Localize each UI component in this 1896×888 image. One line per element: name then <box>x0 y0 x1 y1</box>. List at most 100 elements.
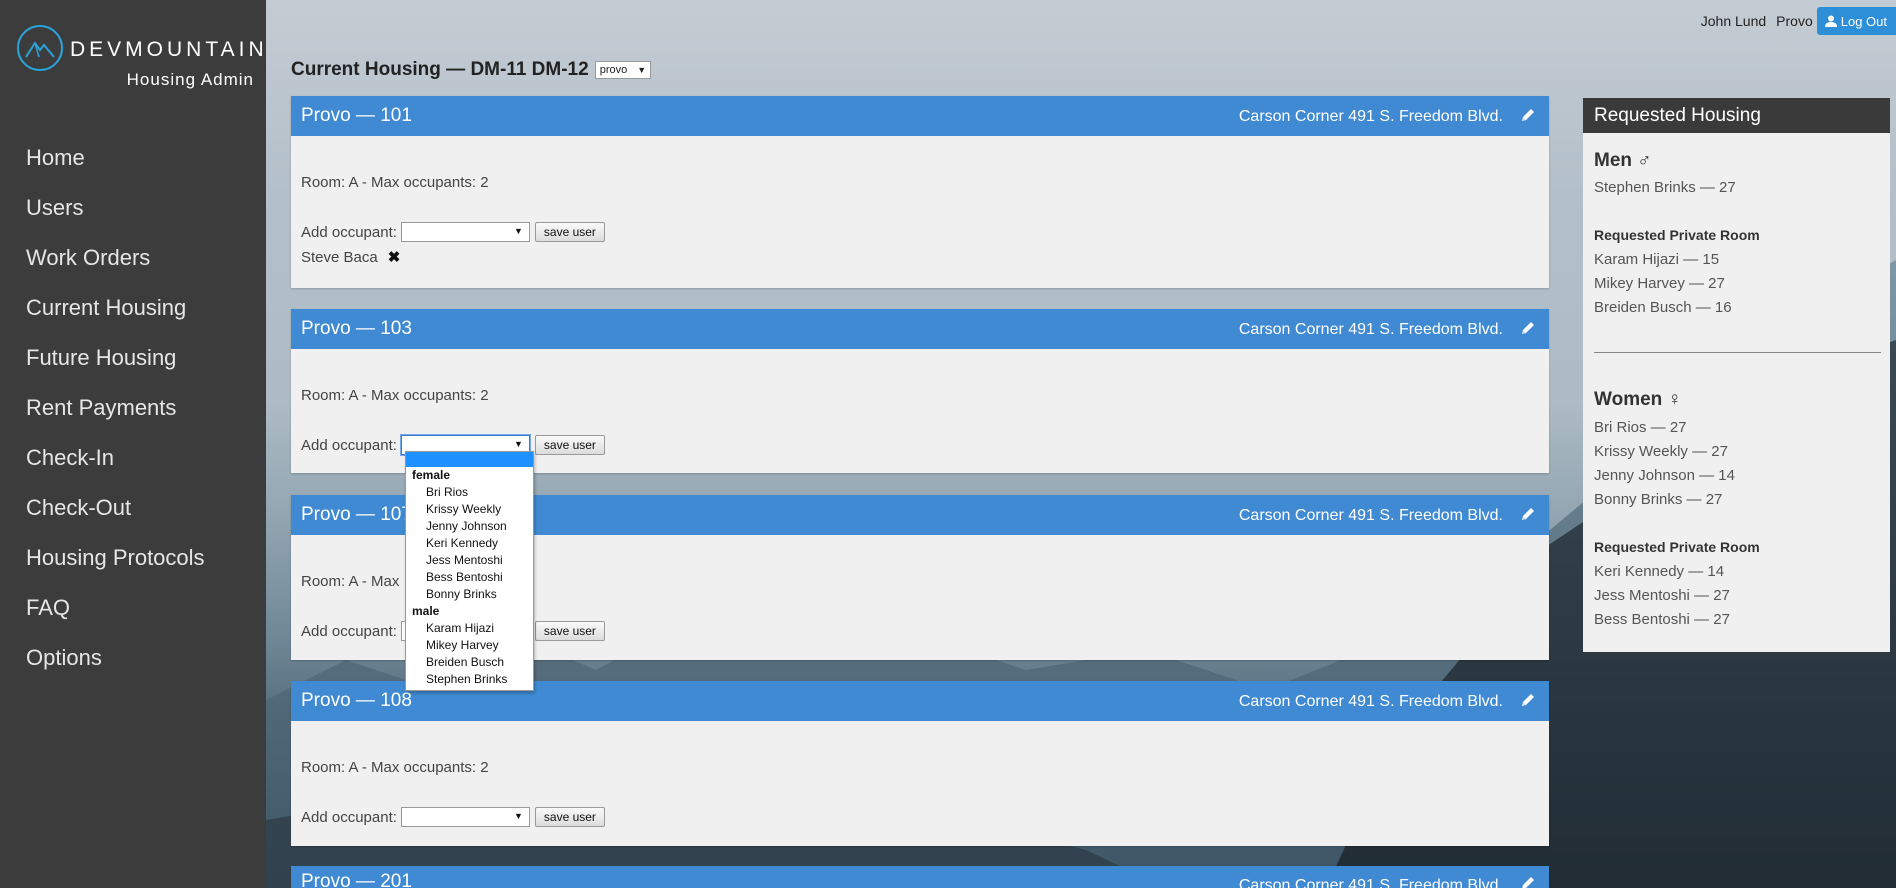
room-address: Carson Corner 491 S. Freedom Blvd. <box>1238 108 1503 125</box>
dropdown-option[interactable]: Breiden Busch <box>406 654 533 671</box>
dropdown-option[interactable]: Karam Hijazi <box>406 620 533 637</box>
occupant-name: Steve Baca <box>301 248 378 266</box>
location-select[interactable]: provo ▼ <box>594 61 652 79</box>
location-select-value: provo <box>599 64 628 76</box>
men-section-title: Men ♂ <box>1594 150 1652 171</box>
room-header: Provo — 101 Carson Corner 491 S. Freedom… <box>291 96 1549 136</box>
requested-housing-title: Requested Housing <box>1583 98 1890 133</box>
occupant-select[interactable]: ▼ <box>400 807 530 827</box>
sidebar: DEVMOUNTAIN Housing Admin Home Users Wor… <box>0 0 266 888</box>
logout-label: Log Out <box>1840 13 1887 29</box>
dropdown-option-blank[interactable] <box>406 452 533 467</box>
room-info: Room: A - Max <box>301 573 400 590</box>
dropdown-option[interactable]: Bonny Brinks <box>406 586 533 603</box>
dropdown-group-female: female <box>412 468 451 482</box>
dropdown-option[interactable]: Jess Mentoshi <box>406 552 533 569</box>
page-heading: Current Housing — DM-11 DM-12 provo ▼ <box>291 59 652 81</box>
mountain-logo-icon[interactable] <box>17 25 63 71</box>
room-panel: Provo — 101 Carson Corner 491 S. Freedom… <box>291 96 1549 288</box>
sidebar-nav: Home Users Work Orders Current Housing F… <box>0 133 266 683</box>
pencil-icon[interactable] <box>1520 107 1536 128</box>
dropdown-option[interactable]: Jenny Johnson <box>406 518 533 535</box>
room-panel: Provo — 108 Carson Corner 491 S. Freedom… <box>291 681 1549 846</box>
add-occupant-label: Add occupant: <box>301 808 397 826</box>
requested-entry: Karam Hijazi — 15 <box>1594 251 1720 268</box>
room-address: Carson Corner 491 S. Freedom Blvd. <box>1238 877 1503 888</box>
save-user-button[interactable]: save user <box>534 807 605 827</box>
occupant-select[interactable]: ▼ <box>400 222 530 242</box>
requested-housing-panel: Requested Housing Men ♂ Stephen Brinks —… <box>1583 98 1890 652</box>
requested-entry: Breiden Busch — 16 <box>1594 299 1732 316</box>
save-user-button[interactable]: save user <box>534 435 605 455</box>
save-user-button[interactable]: save user <box>534 621 605 641</box>
add-occupant-row: Add occupant: ▼ save user <box>301 807 605 827</box>
room-address: Carson Corner 491 S. Freedom Blvd. <box>1238 507 1503 524</box>
room-address: Carson Corner 491 S. Freedom Blvd. <box>1238 321 1503 338</box>
dropdown-option[interactable]: Stephen Brinks <box>406 671 533 688</box>
requested-entry: Mikey Harvey — 27 <box>1594 275 1725 292</box>
page-title: Current Housing — DM-11 DM-12 <box>291 59 589 80</box>
sidebar-item-work-orders[interactable]: Work Orders <box>0 233 266 283</box>
dropdown-option[interactable]: Bess Bentoshi <box>406 569 533 586</box>
chevron-down-icon: ▼ <box>637 65 647 75</box>
occupant-entry: Steve Baca ✖ <box>301 248 401 267</box>
room-info: Room: A - Max occupants: 2 <box>301 759 489 776</box>
room-title: Provo — 108 <box>301 690 412 711</box>
pencil-icon[interactable] <box>1520 692 1536 713</box>
user-icon <box>1824 15 1837 27</box>
requested-entry: Jenny Johnson — 14 <box>1594 467 1735 484</box>
add-occupant-label: Add occupant: <box>301 622 397 640</box>
room-address: Carson Corner 491 S. Freedom Blvd. <box>1238 693 1503 710</box>
brand-subtitle: Housing Admin <box>126 70 254 89</box>
room-title: Provo — 101 <box>301 105 412 126</box>
dropdown-option[interactable]: Mikey Harvey <box>406 637 533 654</box>
room-panel: Provo — 103 Carson Corner 491 S. Freedom… <box>291 309 1549 473</box>
dropdown-option[interactable]: Keri Kennedy <box>406 535 533 552</box>
men-private-title: Requested Private Room <box>1594 227 1760 243</box>
sidebar-item-future-housing[interactable]: Future Housing <box>0 333 266 383</box>
room-header: Provo — 103 Carson Corner 491 S. Freedom… <box>291 309 1549 349</box>
pencil-icon[interactable] <box>1520 320 1536 341</box>
sidebar-item-check-out[interactable]: Check-Out <box>0 483 266 533</box>
sidebar-item-users[interactable]: Users <box>0 183 266 233</box>
chevron-down-icon: ▼ <box>513 811 523 821</box>
chevron-down-icon: ▼ <box>513 226 523 236</box>
section-divider <box>1594 352 1881 353</box>
user-location: Provo <box>1776 13 1813 29</box>
requested-entry: Bess Bentoshi — 27 <box>1594 611 1730 628</box>
sidebar-item-options[interactable]: Options <box>0 633 266 683</box>
requested-entry: Krissy Weekly — 27 <box>1594 443 1728 460</box>
sidebar-item-housing-protocols[interactable]: Housing Protocols <box>0 533 266 583</box>
dropdown-option[interactable]: Krissy Weekly <box>406 501 533 518</box>
chevron-down-icon: ▼ <box>513 439 523 449</box>
requested-entry: Jess Mentoshi — 27 <box>1594 587 1730 604</box>
user-name: John Lund <box>1700 13 1767 29</box>
requested-entry: Keri Kennedy — 14 <box>1594 563 1725 580</box>
requested-entry: Stephen Brinks — 27 <box>1594 179 1736 196</box>
room-panel: Provo — 201 Carson Corner 491 S. Freedom… <box>291 866 1549 888</box>
sidebar-item-faq[interactable]: FAQ <box>0 583 266 633</box>
dropdown-option[interactable]: Bri Rios <box>406 484 533 501</box>
room-title: Provo — 201 <box>301 871 412 888</box>
save-user-button[interactable]: save user <box>534 222 605 242</box>
requested-entry: Bri Rios — 27 <box>1594 419 1687 436</box>
room-header: Provo — 201 Carson Corner 491 S. Freedom… <box>291 866 1549 888</box>
pencil-icon[interactable] <box>1520 506 1536 527</box>
remove-occupant-icon[interactable]: ✖ <box>388 248 401 266</box>
sidebar-item-current-housing[interactable]: Current Housing <box>0 283 266 333</box>
room-info: Room: A - Max occupants: 2 <box>301 387 489 404</box>
add-occupant-label: Add occupant: <box>301 436 397 454</box>
room-title: Provo — 107 <box>301 504 412 525</box>
occupant-dropdown-list[interactable]: female Bri Rios Krissy Weekly Jenny John… <box>405 451 534 691</box>
women-section-title: Women ♀ <box>1594 389 1682 410</box>
sidebar-item-rent-payments[interactable]: Rent Payments <box>0 383 266 433</box>
pencil-icon[interactable] <box>1520 875 1536 888</box>
brand-name[interactable]: DEVMOUNTAIN <box>70 38 268 62</box>
requested-entry: Bonny Brinks — 27 <box>1594 491 1723 508</box>
sidebar-item-home[interactable]: Home <box>0 133 266 183</box>
room-info: Room: A - Max occupants: 2 <box>301 174 489 191</box>
sidebar-item-check-in[interactable]: Check-In <box>0 433 266 483</box>
add-occupant-label: Add occupant: <box>301 223 397 241</box>
logout-button[interactable]: Log Out <box>1816 7 1896 35</box>
room-title: Provo — 103 <box>301 318 412 339</box>
